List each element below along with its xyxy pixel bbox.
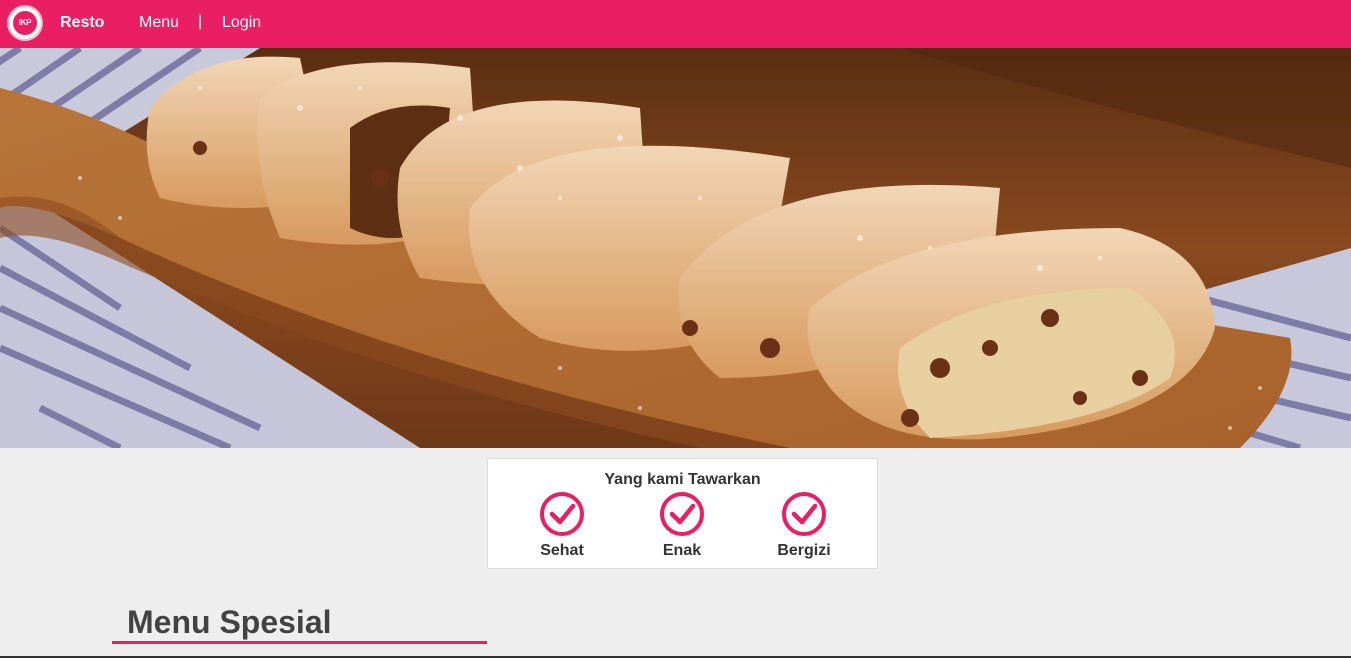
brand-link[interactable]: Resto	[60, 14, 104, 32]
check-circle-icon	[782, 492, 826, 536]
offer-label: Enak	[662, 542, 702, 559]
offer-item-enak: Enak	[632, 491, 732, 560]
navbar: IKP Resto Menu | Login	[0, 0, 1351, 48]
nav-login-link[interactable]: Login	[222, 14, 261, 32]
hero-image	[0, 48, 1351, 448]
section-title: Menu Spesial	[127, 604, 332, 640]
offer-card: Yang kami Tawarkan Sehat Enak Bergizi	[487, 458, 878, 569]
logo[interactable]: IKP	[7, 5, 43, 41]
offer-label: Bergizi	[777, 542, 831, 559]
offer-item-sehat: Sehat	[512, 491, 612, 560]
check-circle-icon	[660, 492, 704, 536]
offer-label: Sehat	[540, 542, 584, 559]
logo-text: IKP	[13, 11, 37, 35]
offer-item-bergizi: Bergizi	[754, 491, 854, 560]
check-circle-icon	[540, 492, 584, 536]
offer-title: Yang kami Tawarkan	[604, 471, 761, 488]
nav-menu-link[interactable]: Menu	[139, 14, 179, 32]
nav-separator: |	[198, 13, 203, 30]
section-underline	[112, 641, 487, 644]
hero-strudel-picture	[0, 48, 1351, 448]
